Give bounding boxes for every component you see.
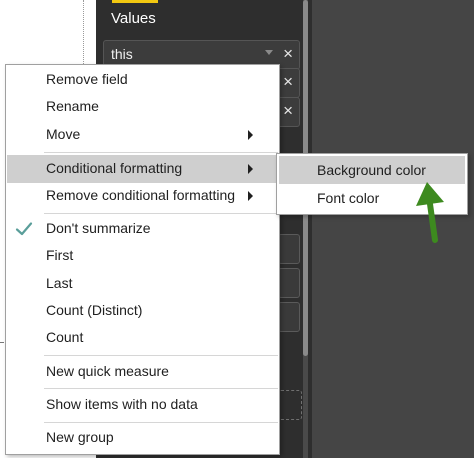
menu-separator: [44, 213, 278, 214]
menu-item-last[interactable]: Last: [7, 270, 279, 298]
menu-item-show-items-no-data[interactable]: Show items with no data: [7, 391, 279, 419]
menu-item-label: Rename: [46, 98, 99, 114]
field-well-item[interactable]: [278, 234, 300, 264]
report-canvas-edge: [83, 0, 85, 64]
field-well-item[interactable]: [278, 302, 300, 332]
menu-item-label: New quick measure: [46, 363, 169, 379]
menu-item-label: Move: [46, 126, 81, 142]
field-name: this: [111, 46, 133, 62]
menu-item-new-quick-measure[interactable]: New quick measure: [7, 358, 279, 386]
chevron-right-icon: [248, 191, 253, 201]
close-icon[interactable]: ×: [283, 72, 293, 92]
menu-separator: [44, 422, 278, 423]
pane-accent-bar: [112, 0, 158, 3]
menu-item-count[interactable]: Count: [7, 324, 279, 352]
menu-item-label: First: [46, 247, 74, 263]
menu-item-new-group[interactable]: New group: [7, 424, 279, 452]
canvas-tick-mark: [0, 342, 4, 343]
menu-item-remove-conditional-formatting[interactable]: Remove conditional formatting: [7, 182, 279, 210]
close-icon[interactable]: ×: [283, 44, 293, 64]
menu-item-label: Conditional formatting: [46, 160, 183, 176]
submenu-item-label: Font color: [317, 190, 380, 206]
checkmark-icon: [15, 222, 33, 236]
menu-separator: [44, 355, 278, 356]
field-well-item[interactable]: [278, 268, 300, 298]
menu-item-first[interactable]: First: [7, 242, 279, 270]
menu-item-label: Show items with no data: [46, 396, 198, 412]
menu-item-label: Count: [46, 329, 84, 345]
menu-item-count-distinct[interactable]: Count (Distinct): [7, 297, 279, 325]
chevron-down-icon[interactable]: [265, 50, 273, 55]
submenu-item-label: Background color: [317, 162, 426, 178]
menu-item-label: New group: [46, 429, 114, 445]
menu-separator: [44, 388, 278, 389]
menu-item-label: Last: [46, 275, 73, 291]
menu-item-rename[interactable]: Rename: [7, 93, 279, 121]
annotation-arrow-icon: [416, 182, 444, 243]
close-icon[interactable]: ×: [283, 101, 293, 121]
menu-item-conditional-formatting[interactable]: Conditional formatting: [7, 155, 279, 183]
values-well-title: Values: [111, 10, 156, 27]
drop-field-target[interactable]: [278, 390, 302, 420]
menu-separator: [44, 152, 278, 153]
menu-item-label: Remove field: [46, 71, 128, 87]
menu-item-move[interactable]: Move: [7, 121, 279, 149]
menu-item-label: Don't summarize: [46, 220, 151, 236]
field-context-menu: Remove field Rename Move Conditional for…: [5, 64, 280, 455]
chevron-right-icon: [248, 130, 253, 140]
menu-item-dont-summarize[interactable]: Don't summarize: [7, 215, 279, 243]
menu-item-label: Remove conditional formatting: [46, 187, 236, 203]
menu-item-remove-field[interactable]: Remove field: [7, 66, 279, 94]
menu-item-label: Count (Distinct): [46, 302, 143, 318]
chevron-right-icon: [248, 164, 253, 174]
